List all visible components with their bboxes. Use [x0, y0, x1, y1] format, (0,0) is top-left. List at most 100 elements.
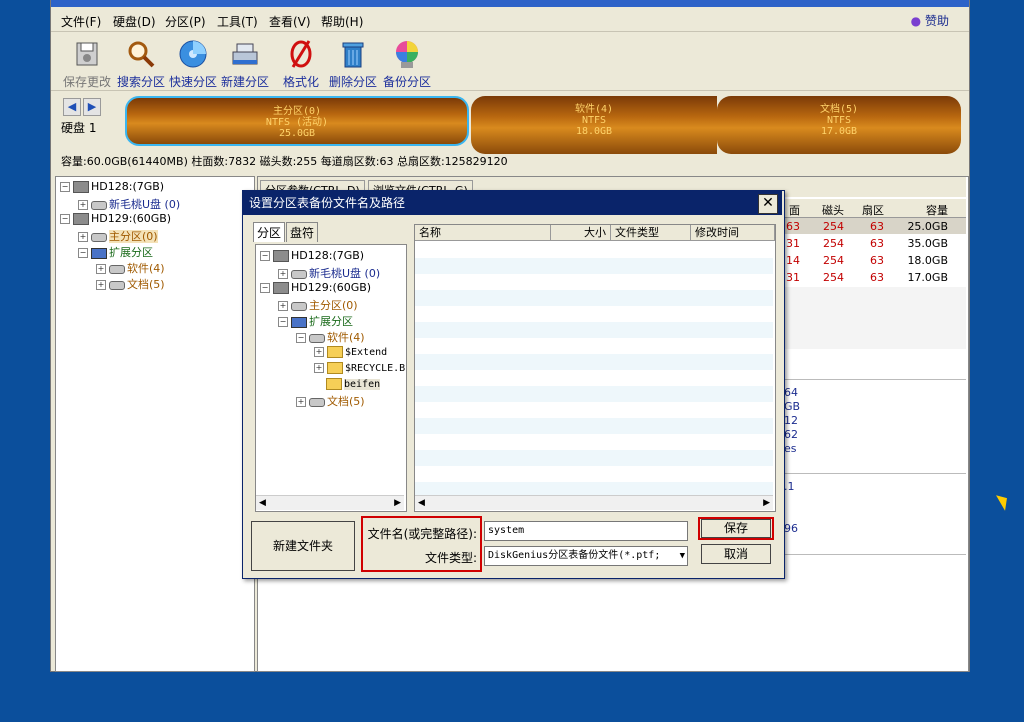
save-changes-button[interactable]: 保存更改 [59, 38, 115, 90]
dtree-node-hd129[interactable]: − HD129:(60GB) [260, 281, 371, 294]
collapse-icon[interactable]: − [296, 333, 306, 343]
col-cylinder: 面 [789, 204, 800, 217]
new-folder-button[interactable]: 新建文件夹 [251, 521, 355, 571]
next-disk-button[interactable]: ▶ [83, 98, 101, 116]
backup-partition-label: 备份分区 [382, 75, 431, 89]
list-col-modified[interactable]: 修改时间 [691, 225, 775, 241]
chevron-left-icon: ◀ [67, 100, 77, 113]
backup-partition-button[interactable]: 备份分区 [379, 38, 435, 90]
search-partition-label: 搜索分区 [116, 75, 165, 89]
menu-help[interactable]: 帮助(H) [321, 13, 363, 30]
folder-icon [327, 362, 343, 374]
tree-node-docs[interactable]: + 文档(5) [96, 276, 165, 292]
expand-icon[interactable]: + [78, 232, 88, 242]
filename-input[interactable]: system [484, 521, 688, 541]
list-row [415, 466, 773, 482]
tree-node-software[interactable]: + 软件(4) [96, 260, 165, 276]
dtree-node-beifen-folder[interactable]: beifen [326, 377, 381, 390]
disk-map: ◀ ▶ 硬盘 1 主分区(0) NTFS (活动) 25.0GB 软件(4) N… [51, 91, 969, 154]
collapse-icon[interactable]: − [60, 214, 70, 224]
expand-icon[interactable]: + [278, 269, 288, 279]
partition-icon [291, 269, 307, 279]
menu-view[interactable]: 查看(V) [269, 13, 311, 30]
dtree-node-extended[interactable]: − 扩展分区 [278, 313, 353, 329]
folder-icon [327, 346, 343, 358]
partition-icon [91, 200, 107, 210]
tree-node-extended[interactable]: − 扩展分区 [78, 244, 153, 260]
scroll-right-icon[interactable]: ▶ [763, 496, 770, 510]
collapse-icon[interactable]: − [278, 317, 288, 327]
dtree-node-hd128[interactable]: − HD128:(7GB) [260, 249, 364, 262]
partition-icon [309, 333, 325, 343]
list-col-size[interactable]: 大小 [551, 225, 611, 241]
menu-tools[interactable]: 工具(T) [217, 13, 258, 30]
scroll-left-icon[interactable]: ◀ [259, 496, 266, 510]
quick-partition-icon [179, 40, 207, 68]
table-row[interactable]: 63 254 63 25.0GB [778, 218, 966, 234]
expand-icon[interactable]: + [278, 301, 288, 311]
menu-disk[interactable]: 硬盘(D) [113, 13, 156, 30]
col-sectors: 扇区 [862, 204, 884, 217]
segment-primary[interactable]: 主分区(0) NTFS (活动) 25.0GB [125, 96, 469, 146]
collapse-icon[interactable]: − [260, 283, 270, 293]
dialog-tab-partition[interactable]: 分区 [253, 222, 286, 242]
collapse-icon[interactable]: − [78, 248, 88, 258]
tree-horizontal-scrollbar[interactable]: ◀ ▶ [256, 495, 404, 510]
tree-node-usb[interactable]: + 新毛桃U盘 (0) [78, 196, 180, 212]
expand-icon[interactable]: + [314, 363, 324, 373]
scroll-right-icon[interactable]: ▶ [394, 496, 401, 510]
collapse-icon[interactable]: − [260, 251, 270, 261]
dtree-node-recycle-folder[interactable]: +$RECYCLE.BIN [314, 361, 406, 374]
menu-file[interactable]: 文件(F) [61, 13, 101, 30]
list-row [415, 450, 773, 466]
format-button[interactable]: 格式化 [273, 38, 329, 90]
disk-icon [273, 282, 289, 294]
dtree-node-usb[interactable]: + 新毛桃U盘 (0) [278, 265, 380, 281]
expand-icon[interactable]: + [96, 280, 106, 290]
segment-software[interactable]: 软件(4) NTFS 18.0GB [471, 96, 717, 154]
new-partition-label: 新建分区 [220, 75, 269, 89]
expand-icon[interactable]: + [78, 200, 88, 210]
dialog-tab-drive-letter[interactable]: 盘符 [286, 222, 319, 242]
chevron-down-icon[interactable]: ▼ [680, 547, 685, 565]
table-row[interactable]: 31 254 63 17.0GB [778, 269, 966, 285]
save-icon [76, 42, 98, 66]
sponsor-link[interactable]: ● 赞助 [911, 12, 949, 29]
divider [778, 554, 966, 555]
tree-node-hd128[interactable]: − HD128:(7GB) [60, 180, 164, 193]
table-row[interactable]: 14 254 63 18.0GB [778, 252, 966, 268]
dialog-close-button[interactable]: ✕ [758, 194, 778, 214]
segment-docs[interactable]: 文档(5) NTFS 17.0GB [717, 96, 961, 154]
dtree-node-docs[interactable]: + 文档(5) [296, 393, 365, 409]
dtree-node-primary[interactable]: + 主分区(0) [278, 297, 358, 313]
quick-partition-button[interactable]: 快速分区 [165, 38, 221, 90]
dtree-node-software[interactable]: − 软件(4) [296, 329, 365, 345]
tree-node-primary[interactable]: + 主分区(0) [78, 228, 158, 244]
new-partition-button[interactable]: 新建分区 [217, 38, 273, 90]
list-horizontal-scrollbar[interactable]: ◀ ▶ [415, 495, 773, 510]
tree-node-hd129[interactable]: − HD129:(60GB) [60, 212, 171, 225]
scroll-left-icon[interactable]: ◀ [418, 496, 425, 510]
info-fragment: 12 [784, 414, 798, 427]
list-row [415, 434, 773, 450]
collapse-icon[interactable]: − [60, 182, 70, 192]
disk-tree: − HD128:(7GB) + 新毛桃U盘 (0) − HD129:(60GB) + 主… [55, 176, 255, 672]
info-fragment: 96 [784, 522, 798, 535]
dtree-node-extend-folder[interactable]: + $Extend [314, 345, 387, 358]
partition-icon [291, 301, 307, 311]
menu-partition[interactable]: 分区(P) [165, 13, 206, 30]
list-col-type[interactable]: 文件类型 [611, 225, 691, 241]
list-col-name[interactable]: 名称 [415, 225, 551, 241]
expand-icon[interactable]: + [96, 264, 106, 274]
prev-disk-button[interactable]: ◀ [63, 98, 81, 116]
filetype-select[interactable]: DiskGenius分区表备份文件(*.ptf; ▼ [484, 546, 688, 566]
save-button[interactable]: 保存 [701, 519, 771, 538]
delete-partition-button[interactable]: 删除分区 [325, 38, 381, 90]
table-row[interactable]: 31 254 63 35.0GB [778, 235, 966, 251]
search-partition-button[interactable]: 搜索分区 [113, 38, 169, 90]
expand-icon[interactable]: + [314, 347, 324, 357]
trash-icon [342, 42, 364, 68]
expand-icon[interactable]: + [296, 397, 306, 407]
cancel-button[interactable]: 取消 [701, 544, 771, 564]
list-row [415, 258, 773, 274]
